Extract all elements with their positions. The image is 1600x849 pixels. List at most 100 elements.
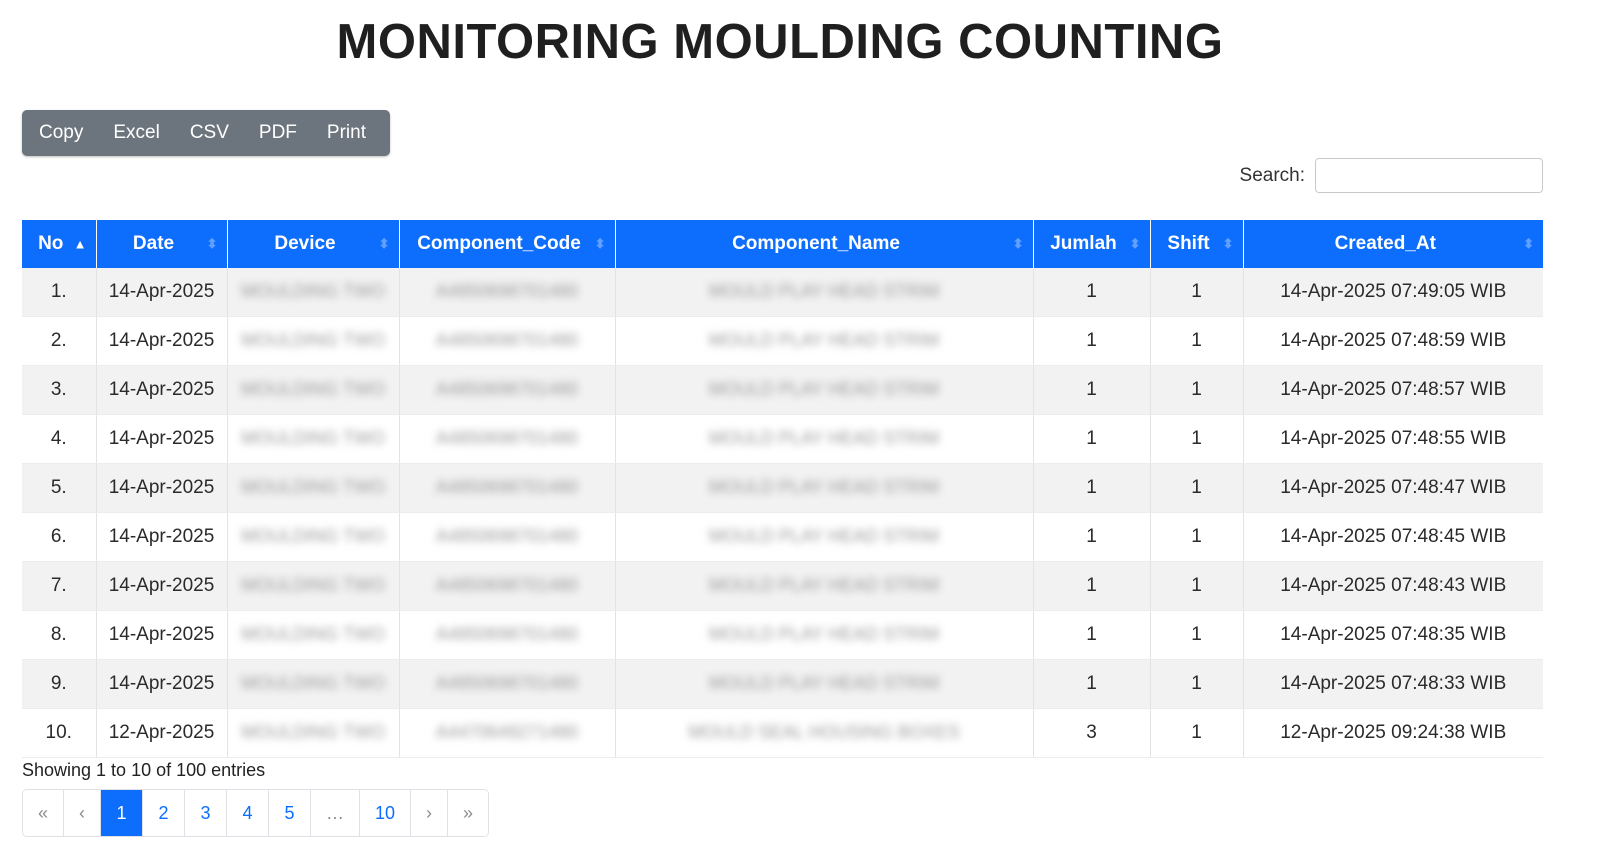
component-name-cell-text: MOULD PLAY HEAD STRIM <box>708 477 940 497</box>
component-name-cell-text: MOULD PLAY HEAD STRIM <box>708 281 940 301</box>
last-page-button[interactable]: » <box>448 790 488 836</box>
page-button-3[interactable]: 3 <box>185 790 227 836</box>
device-cell-text: MOULDING TWO <box>241 526 385 546</box>
device-cell: MOULDING TWO <box>227 512 400 562</box>
created-at-cell-text: 14-Apr-2025 07:48:35 WIB <box>1280 624 1507 645</box>
created-at-cell: 12-Apr-2025 09:24:38 WIB <box>1243 708 1543 758</box>
date-cell-text: 14-Apr-2025 <box>108 526 215 547</box>
device-cell-text: MOULDING TWO <box>241 281 385 301</box>
column-header-jumlah[interactable]: Jumlah ⬍ <box>1033 220 1151 268</box>
column-header-component-name[interactable]: Component_Name ⬍ <box>615 220 1034 268</box>
component-code-cell: A4470649271480 <box>399 708 616 758</box>
page-button-10[interactable]: 10 <box>360 790 411 836</box>
column-header-device[interactable]: Device ⬍ <box>227 220 400 268</box>
component-name-cell: MOULD PLAY HEAD STRIM <box>615 316 1034 366</box>
created-at-cell-text: 14-Apr-2025 07:48:59 WIB <box>1280 330 1507 351</box>
date-cell: 14-Apr-2025 <box>96 659 228 709</box>
sort-icon: ⬍ <box>1129 236 1141 251</box>
component-name-cell: MOULD SEAL HOUSING BOXES <box>615 708 1034 758</box>
created-at-cell-text: 12-Apr-2025 09:24:38 WIB <box>1280 722 1507 743</box>
row-number-text: 5. <box>50 477 67 498</box>
table-row[interactable]: 2. 14-Apr-2025 MOULDING TWO A4850698701480 M… <box>22 316 1543 366</box>
print-button[interactable]: Print <box>312 110 381 156</box>
jumlah-cell-text: 1 <box>1086 673 1097 694</box>
column-header-label: Date <box>132 233 175 254</box>
column-header-shift[interactable]: Shift ⬍ <box>1150 220 1244 268</box>
page-button-1[interactable]: 1 <box>101 790 143 836</box>
pdf-button[interactable]: PDF <box>244 110 312 156</box>
column-header-label: No <box>38 233 64 254</box>
previous-page-button[interactable]: ‹ <box>64 790 101 836</box>
component-code-cell-text: A4470649271480 <box>435 722 579 742</box>
jumlah-cell: 3 <box>1033 708 1151 758</box>
table-row[interactable]: 5. 14-Apr-2025 MOULDING TWO A4850698701480 M… <box>22 463 1543 513</box>
table-row[interactable]: 1. 14-Apr-2025 MOULDING TWO A4850698701480 M… <box>22 268 1543 317</box>
date-cell: 14-Apr-2025 <box>96 316 228 366</box>
column-header-no[interactable]: No ▲ <box>22 220 97 268</box>
copy-button[interactable]: Copy <box>22 110 98 156</box>
shift-cell: 1 <box>1150 365 1244 415</box>
jumlah-cell: 1 <box>1033 365 1151 415</box>
jumlah-cell-text: 1 <box>1086 379 1097 400</box>
component-name-cell-text: MOULD PLAY HEAD STRIM <box>708 526 940 546</box>
shift-cell-text: 1 <box>1191 428 1202 449</box>
shift-cell: 1 <box>1150 414 1244 464</box>
component-code-cell: A4850698701480 <box>399 659 616 709</box>
row-number-text: 6. <box>50 526 67 547</box>
row-number: 5. <box>22 463 97 513</box>
sort-icon: ⬍ <box>1222 236 1234 251</box>
table-row[interactable]: 8. 14-Apr-2025 MOULDING TWO A4850698701480 M… <box>22 610 1543 660</box>
row-number: 9. <box>22 659 97 709</box>
date-cell-text: 14-Apr-2025 <box>108 428 215 449</box>
created-at-cell: 14-Apr-2025 07:48:55 WIB <box>1243 414 1543 464</box>
component-name-cell: MOULD PLAY HEAD STRIM <box>615 659 1034 709</box>
device-cell: MOULDING TWO <box>227 463 400 513</box>
row-number-text: 10. <box>45 722 72 743</box>
first-page-button[interactable]: « <box>23 790 64 836</box>
page-button-4[interactable]: 4 <box>227 790 269 836</box>
column-header-component-code[interactable]: Component_Code ⬍ <box>399 220 616 268</box>
table-row[interactable]: 4. 14-Apr-2025 MOULDING TWO A4850698701480 M… <box>22 414 1543 464</box>
search-input[interactable] <box>1315 158 1543 193</box>
next-page-button[interactable]: › <box>411 790 448 836</box>
table-row[interactable]: 9. 14-Apr-2025 MOULDING TWO A4850698701480 M… <box>22 659 1543 709</box>
jumlah-cell: 1 <box>1033 512 1151 562</box>
created-at-cell-text: 14-Apr-2025 07:48:47 WIB <box>1280 477 1507 498</box>
component-name-cell-text: MOULD PLAY HEAD STRIM <box>708 379 940 399</box>
page-button-2[interactable]: 2 <box>143 790 185 836</box>
row-number: 8. <box>22 610 97 660</box>
column-header-created-at[interactable]: Created_At ⬍ <box>1243 220 1543 268</box>
jumlah-cell: 1 <box>1033 268 1151 317</box>
table-row[interactable]: 6. 14-Apr-2025 MOULDING TWO A4850698701480 M… <box>22 512 1543 562</box>
column-header-date[interactable]: Date ⬍ <box>96 220 228 268</box>
shift-cell: 1 <box>1150 268 1244 317</box>
device-cell: MOULDING TWO <box>227 708 400 758</box>
device-cell: MOULDING TWO <box>227 316 400 366</box>
date-cell: 14-Apr-2025 <box>96 512 228 562</box>
page-button-5[interactable]: 5 <box>269 790 311 836</box>
component-code-cell: A4850698701480 <box>399 561 616 611</box>
component-name-cell-text: MOULD PLAY HEAD STRIM <box>708 673 940 693</box>
device-cell: MOULDING TWO <box>227 414 400 464</box>
component-code-cell-text: A4850698701480 <box>435 477 579 497</box>
date-cell: 14-Apr-2025 <box>96 610 228 660</box>
created-at-cell-text: 14-Apr-2025 07:48:57 WIB <box>1280 379 1507 400</box>
table-row[interactable]: 10. 12-Apr-2025 MOULDING TWO A4470649271480… <box>22 708 1543 758</box>
created-at-cell: 14-Apr-2025 07:48:45 WIB <box>1243 512 1543 562</box>
date-cell-text: 14-Apr-2025 <box>108 673 215 694</box>
component-code-cell: A4850698701480 <box>399 414 616 464</box>
component-code-cell: A4850698701480 <box>399 610 616 660</box>
created-at-cell: 14-Apr-2025 07:48:47 WIB <box>1243 463 1543 513</box>
pagination-ellipsis: … <box>311 790 360 836</box>
jumlah-cell-text: 1 <box>1086 330 1097 351</box>
component-name-cell: MOULD PLAY HEAD STRIM <box>615 610 1034 660</box>
column-header-label: Component_Code <box>417 233 581 254</box>
component-code-cell-text: A4850698701480 <box>435 673 579 693</box>
table-row[interactable]: 7. 14-Apr-2025 MOULDING TWO A4850698701480 M… <box>22 561 1543 611</box>
sort-icon: ⬍ <box>206 236 218 251</box>
device-cell: MOULDING TWO <box>227 610 400 660</box>
table-row[interactable]: 3. 14-Apr-2025 MOULDING TWO A4850698701480 M… <box>22 365 1543 415</box>
csv-button[interactable]: CSV <box>175 110 244 156</box>
excel-button[interactable]: Excel <box>98 110 174 156</box>
search-label: Search: <box>1239 164 1305 186</box>
